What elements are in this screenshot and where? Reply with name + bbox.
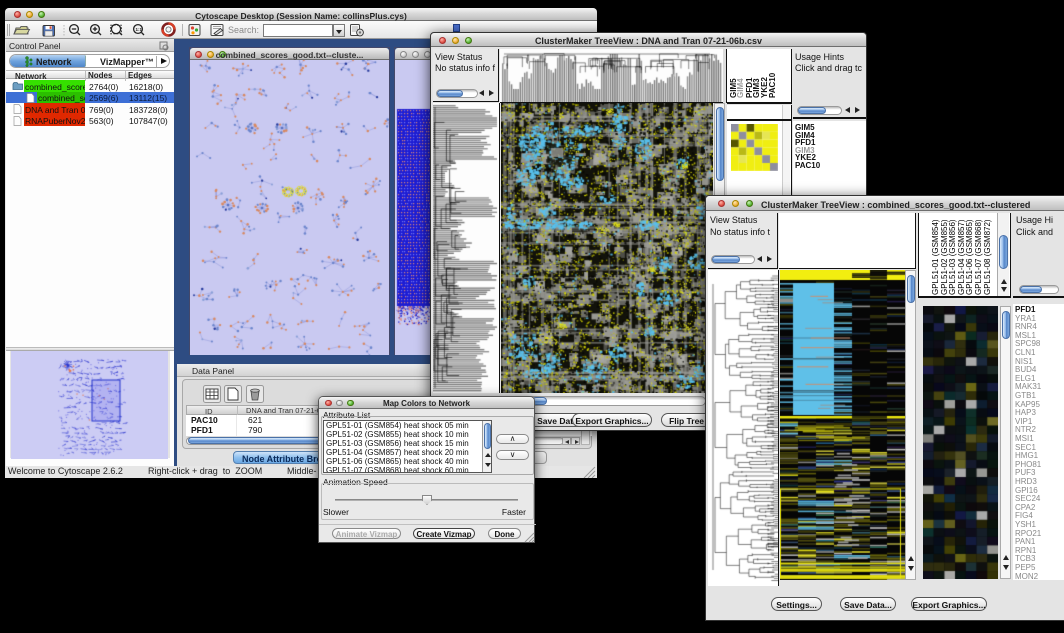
svg-text:1:1: 1:1 — [136, 27, 143, 32]
